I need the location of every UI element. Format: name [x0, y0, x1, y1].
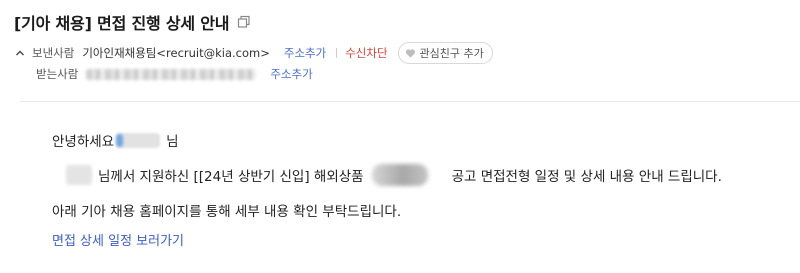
- heart-icon: [405, 48, 416, 59]
- greeting-line: 안녕하세요 님: [52, 130, 179, 150]
- instruction-line: 아래 기아 채용 홈페이지를 통해 세부 내용 확인 부탁드립니다.: [52, 204, 402, 220]
- sender-label: 보낸사람: [32, 46, 75, 60]
- sender-name[interactable]: 기아인재채용팀<recruit@kia.com>: [82, 45, 270, 61]
- view-schedule-link[interactable]: 면접 상세 일정 보러가기: [52, 230, 184, 249]
- recipient-label: 받는사람: [36, 67, 79, 81]
- greeting-prefix: 안녕하세요: [52, 134, 115, 150]
- divider: [336, 48, 338, 58]
- block-sender-link[interactable]: 수신차단: [345, 45, 387, 61]
- sender-row: 보낸사람 기아인재채용팀<recruit@kia.com> 주소추가 수신차단 …: [14, 42, 493, 64]
- sender-add-address-link[interactable]: 주소추가: [284, 45, 326, 61]
- application-text-b: 공고 면접전형 일정 및 상세 내용 안내 드립니다.: [451, 169, 722, 185]
- link-line: 면접 상세 일정 보러가기: [52, 230, 184, 249]
- application-text-a: 님께서 지원하신 [[24년 상반기 신입] 해외상품: [98, 169, 364, 185]
- recipient-row: 받는사람 주소추가: [36, 66, 323, 82]
- chevron-up-icon[interactable]: [14, 47, 26, 59]
- applicant-name-redacted: [66, 165, 92, 185]
- greeting-suffix: 님: [166, 134, 179, 150]
- recipient-email-redacted: [86, 68, 257, 80]
- email-subject: [기아 채용] 면접 진행 상세 안내: [14, 14, 230, 33]
- add-friend-label: 관심친구 추가: [419, 47, 484, 60]
- application-line: 님께서 지원하신 [[24년 상반기 신입] 해외상품 공고 면접전형 일정 및…: [66, 164, 722, 186]
- add-friend-button[interactable]: 관심친구 추가: [397, 42, 493, 64]
- recipient-name-redacted: [116, 132, 161, 148]
- subject-row: [기아 채용] 면접 진행 상세 안내: [14, 10, 251, 34]
- copy-icon[interactable]: [237, 15, 251, 29]
- recipient-add-address-link[interactable]: 주소추가: [270, 66, 312, 82]
- position-name-redacted: [371, 164, 428, 186]
- header-divider: [20, 101, 800, 102]
